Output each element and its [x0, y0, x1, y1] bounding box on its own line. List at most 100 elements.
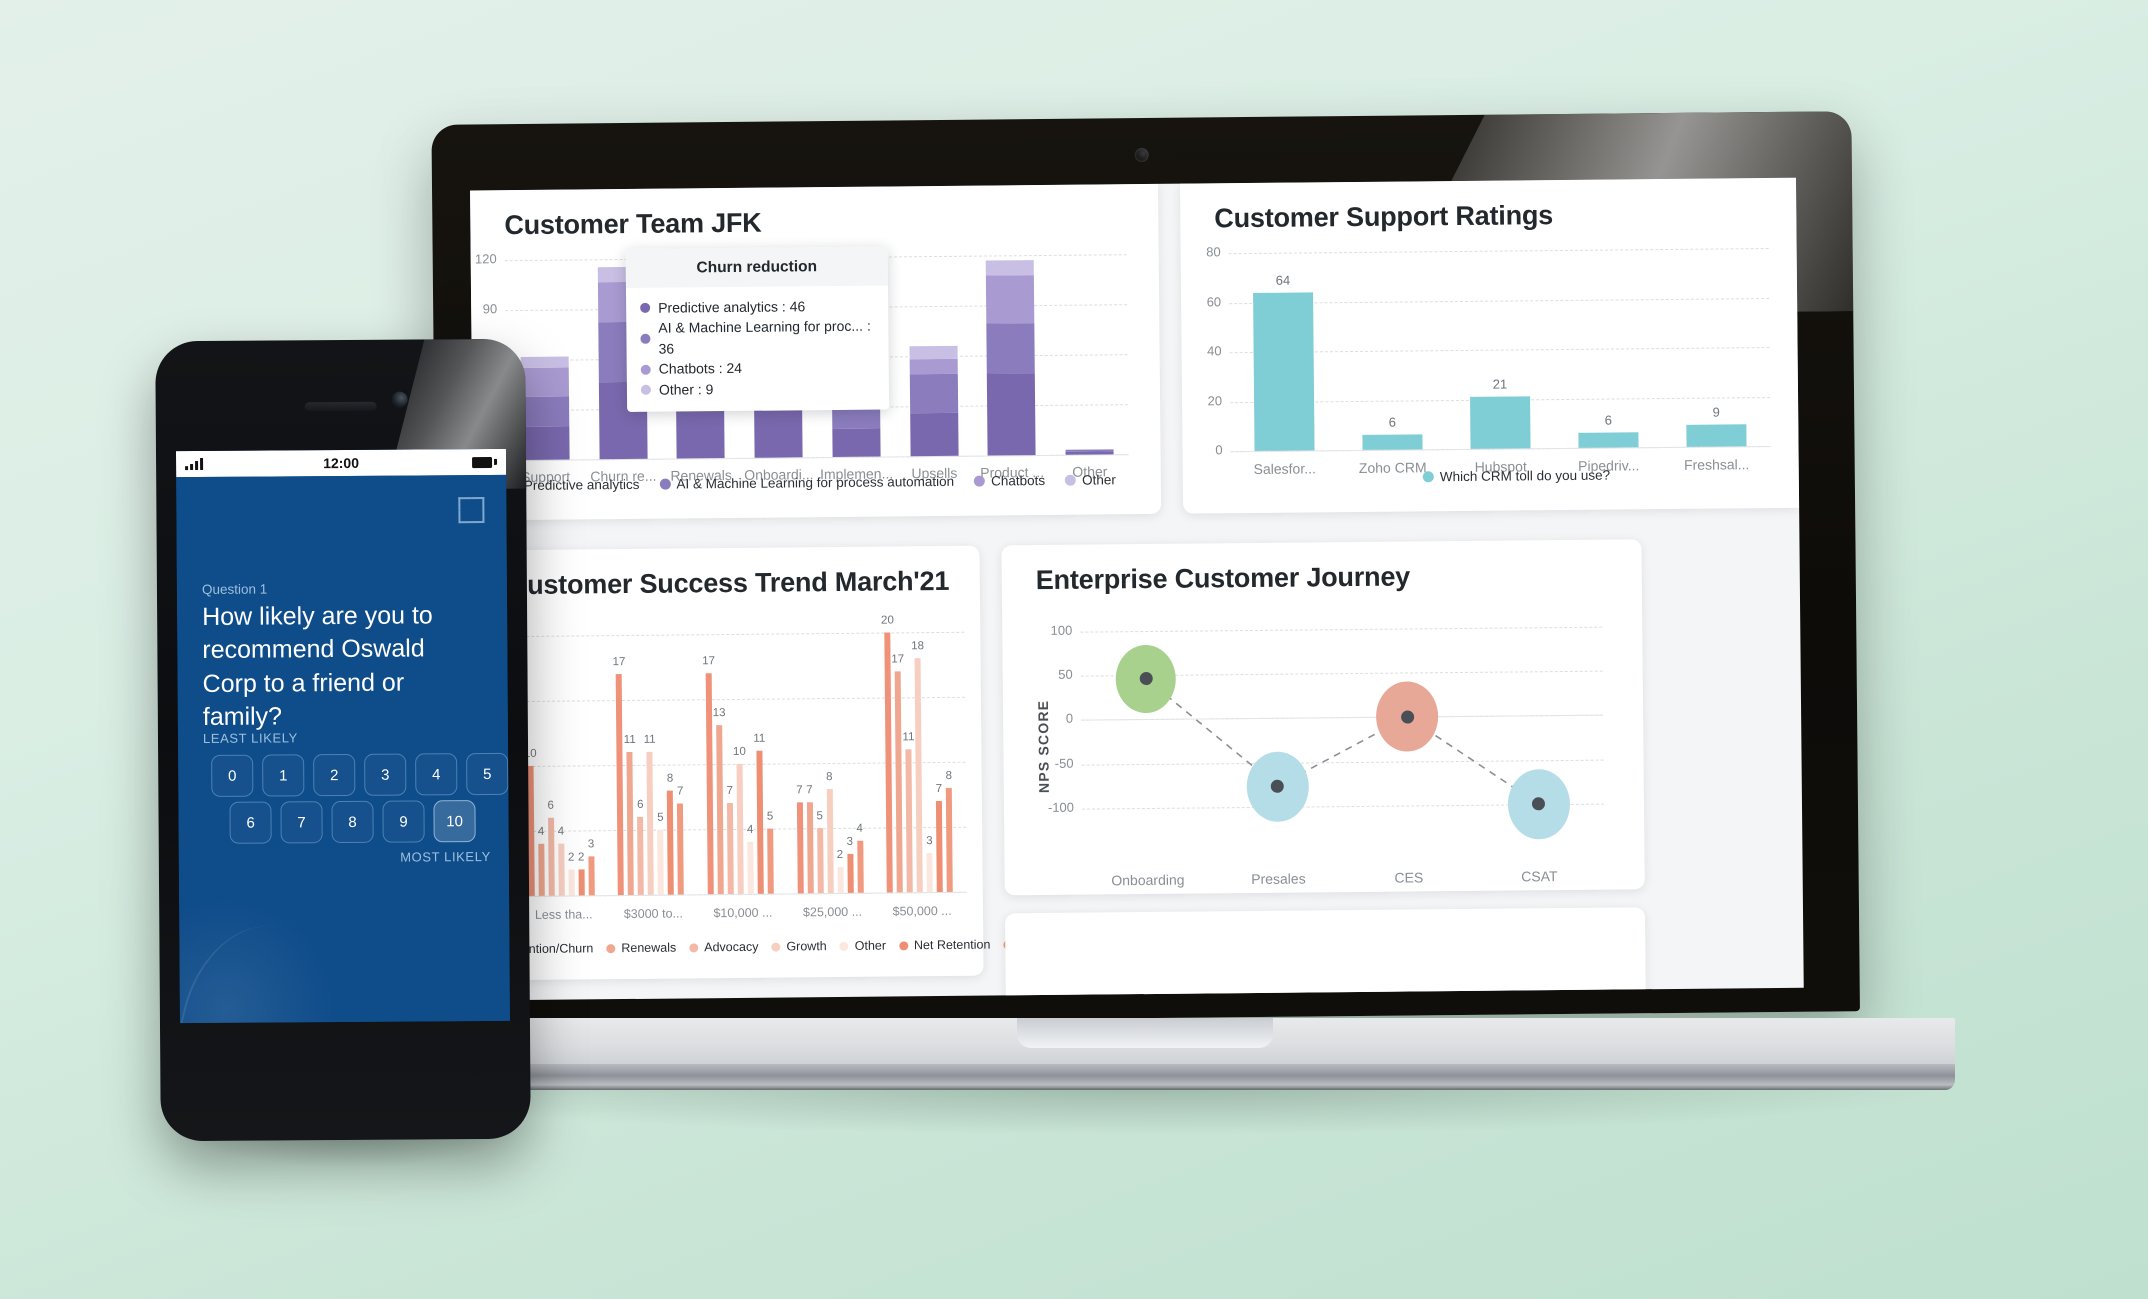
- grouped-bar: [846, 853, 854, 893]
- scale-least-likely-label: LEAST LIKELY: [202, 730, 298, 746]
- grouped-bar: [767, 828, 774, 894]
- y-axis-tick-label: 50: [1058, 666, 1073, 682]
- grouped-bar: [716, 725, 724, 895]
- grouped-bar: [945, 787, 953, 892]
- tooltip-swatch: [640, 364, 651, 375]
- legend-label: Renewals: [621, 940, 677, 956]
- tooltip-swatch: [640, 333, 651, 344]
- card-customer-support-ratings: Customer Support Ratings 0 20 40 60 80 64 Sale…: [1179, 177, 1800, 514]
- legend-item[interactable]: Advocacy: [689, 940, 758, 955]
- grouped-bar: [816, 828, 824, 894]
- grouped-bar: [936, 800, 943, 893]
- legend-item[interactable]: Chatbots: [974, 473, 1045, 489]
- legend-swatch: [1422, 471, 1434, 483]
- legend-item[interactable]: Growth: [771, 939, 827, 954]
- card-title-jfk: Customer Team JFK: [504, 207, 762, 241]
- x-axis-tick-label: $3000 to...: [623, 906, 683, 922]
- card-enterprise-customer-journey: Enterprise Customer Journey NPS SCORE -1…: [1001, 539, 1645, 896]
- y-axis-tick-label: -50: [1054, 755, 1074, 771]
- legend-label: Predictive analytics: [523, 476, 640, 493]
- tooltip-row: Predictive analytics : 46: [640, 295, 888, 318]
- card-title-cst: Customer Success Trend March'21: [507, 565, 950, 601]
- legend-label: AI & Machine Learning for process automa…: [676, 473, 955, 492]
- legend-item[interactable]: Net Retention: [898, 938, 990, 953]
- x-axis-tick-label: CSAT: [1521, 868, 1558, 885]
- grouped-bar: [578, 869, 585, 896]
- tooltip-row: Chatbots : 24: [640, 357, 889, 380]
- x-axis-tick-label: CES: [1394, 869, 1424, 886]
- bar-value-label: 8: [666, 772, 674, 785]
- tooltip-row: Other : 9: [640, 377, 889, 400]
- nps-survey: Question 1 How likely are you to recomme…: [176, 474, 510, 1024]
- nps-score-button-8[interactable]: 8: [331, 800, 374, 844]
- stacked-bar-segment: [987, 373, 1037, 456]
- bar: [1686, 423, 1747, 447]
- laptop-base-notch: [1017, 1018, 1273, 1048]
- tooltip-row: AI & Machine Learning for proc... : 36: [640, 316, 888, 359]
- laptop-lid: Customer Team JFK 0306090120SupportChurn…: [431, 111, 1860, 1025]
- tooltip-swatch: [640, 384, 651, 395]
- bar-value-label: 7: [676, 785, 684, 798]
- expand-fullscreen-icon[interactable]: [458, 497, 485, 524]
- x-axis-tick-label: Onboarding: [1111, 871, 1185, 889]
- nps-score-button-2[interactable]: 2: [313, 753, 356, 797]
- bar-value-label: 10: [732, 745, 746, 758]
- screenshot-stage: Customer Team JFK 0306090120SupportChurn…: [0, 0, 2148, 1299]
- y-axis-tick-label: -100: [1047, 799, 1075, 815]
- bar-value-label: 8: [945, 769, 953, 782]
- bar-value-label: 3: [587, 838, 595, 851]
- laptop-device: Customer Team JFK 0306090120SupportChurn…: [335, 111, 1955, 1134]
- card-title-csr: Customer Support Ratings: [1214, 200, 1554, 234]
- bar-value-label: 20: [880, 614, 894, 627]
- chart-enterprise-customer-journey: -100 -50 0 50 100 Onboarding Presales CES CSAT: [1048, 618, 1604, 888]
- stacked-bar-segment: [754, 408, 803, 458]
- nps-score-button-9[interactable]: 9: [382, 800, 425, 843]
- grouped-bar: [914, 658, 923, 893]
- bar-value-label: 7: [806, 784, 813, 797]
- nps-score-button-5[interactable]: 5: [466, 752, 509, 796]
- grouped-bar: [837, 866, 844, 893]
- tooltip-rows: Predictive analytics : 46 AI & Machine Le…: [626, 285, 889, 412]
- stacked-bar-segment: [909, 374, 958, 413]
- card-customer-team-jfk: Customer Team JFK 0306090120SupportChurn…: [470, 183, 1162, 521]
- journey-point-marker: [1400, 710, 1414, 724]
- nps-score-button-7[interactable]: 7: [280, 801, 323, 844]
- legend-item[interactable]: Other: [839, 939, 886, 953]
- legend-item[interactable]: Other: [1065, 472, 1116, 488]
- legend-item[interactable]: Renewals: [606, 941, 676, 956]
- legend-item[interactable]: AI & Machine Learning for process automa…: [659, 474, 954, 492]
- scale-most-likely-label: MOST LIKELY: [400, 848, 491, 865]
- bar-value-label: 17: [702, 655, 716, 668]
- card-partial-bottom: 16: [1004, 907, 1647, 1001]
- grouped-bar: [747, 841, 754, 894]
- stacked-bar-segment: [985, 260, 1035, 276]
- nps-score-button-0[interactable]: 0: [211, 754, 254, 797]
- stacked-bar-segment: [986, 275, 1035, 324]
- legend-item[interactable]: Predictive analytics: [506, 476, 640, 493]
- nps-score-button-4[interactable]: 4: [415, 753, 458, 796]
- legend-swatch: [1065, 474, 1077, 486]
- laptop-shadow: [355, 1088, 1935, 1134]
- gridline: [516, 631, 965, 638]
- grouped-bar: [894, 671, 904, 893]
- nps-score-button-3[interactable]: 3: [364, 753, 407, 796]
- x-axis-tick-label: $25,000 ...: [802, 904, 863, 920]
- nps-score-button-6[interactable]: 6: [229, 801, 272, 844]
- nps-score-button-1[interactable]: 1: [262, 754, 305, 797]
- y-axis-tick-label: 20: [1207, 392, 1223, 408]
- legend-item[interactable]: Which CRM toll do you use?: [1422, 468, 1610, 485]
- grouped-bar: [884, 632, 894, 893]
- stacked-bar-segment: [676, 406, 726, 459]
- grouped-bar: [616, 674, 625, 896]
- grouped-bar: [856, 840, 864, 893]
- tooltip-row-label: AI & Machine Learning for proc... : 36: [658, 318, 871, 357]
- tooltip-row-label: Other : 9: [658, 380, 714, 398]
- stacked-bar-segment: [520, 356, 569, 369]
- bar: [1252, 292, 1315, 451]
- nps-score-button-10[interactable]: 10: [433, 800, 476, 843]
- chart-customer-support-ratings: 0 20 40 60 80 64 Salesfor... 6 Zoho CRM 21 Hubspot…: [1206, 244, 1771, 477]
- question-number: Question 1: [201, 581, 268, 597]
- stacked-bar-segment: [909, 412, 959, 457]
- stacked-bar-segment: [520, 367, 569, 397]
- bar-value-label: 4: [557, 825, 565, 838]
